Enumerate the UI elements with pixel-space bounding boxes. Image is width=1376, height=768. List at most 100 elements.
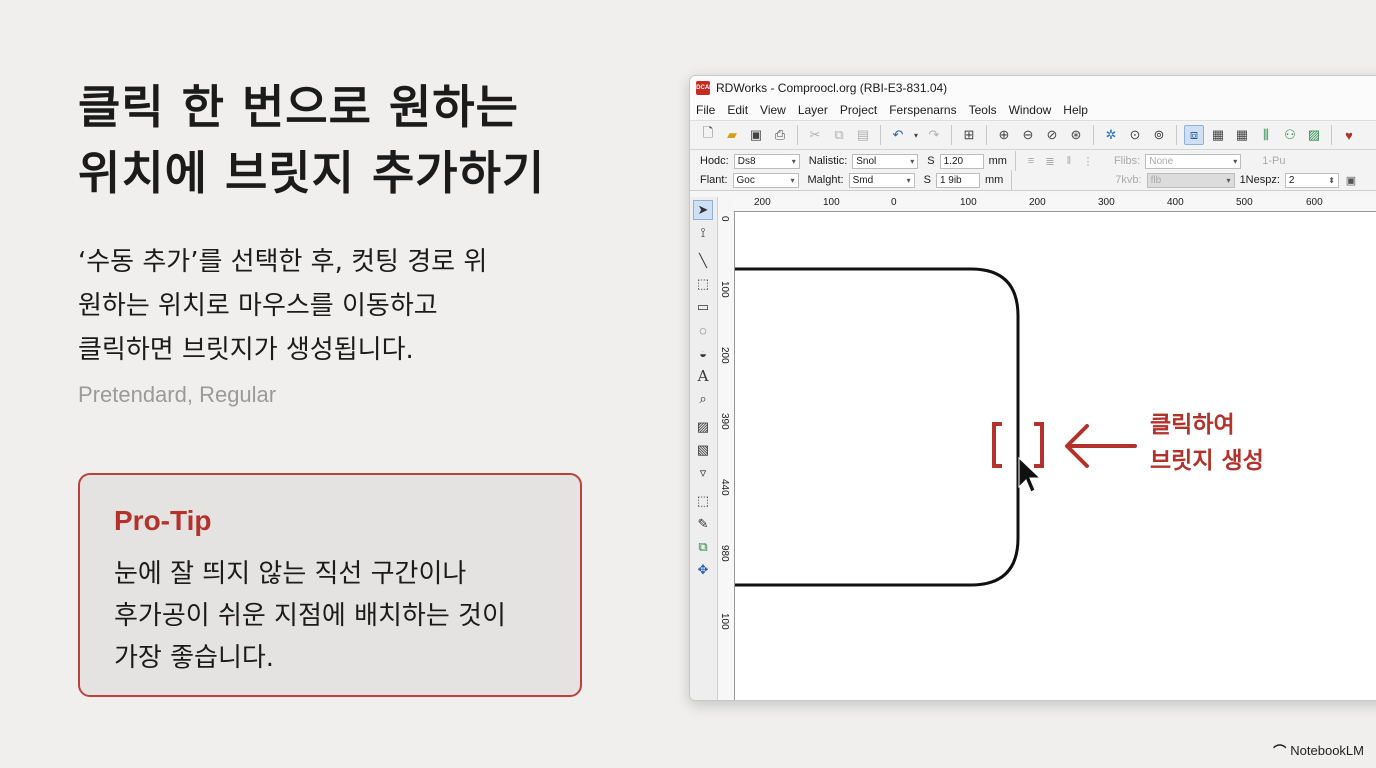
open-folder-icon[interactable]: ▰ xyxy=(722,125,742,145)
tip-line-3: 가장 좋습니다. xyxy=(114,643,275,673)
nalistic-select[interactable]: Snol ▾ xyxy=(852,153,919,169)
font-note: Pretendard, Regular xyxy=(78,382,277,407)
hruler-tick-label: 300 xyxy=(1098,197,1115,208)
image-tool-icon[interactable]: ▨ xyxy=(693,417,713,437)
desc-line-3: 클릭하면 브릿지가 생성됩니다. xyxy=(78,335,414,365)
vruler-tick-label: 440 xyxy=(719,479,730,496)
menu-ferspenarns[interactable]: Ferspenarns xyxy=(889,103,956,117)
image-icon[interactable]: ▨ xyxy=(1304,125,1324,145)
zoom-in-icon[interactable]: ⊕ xyxy=(994,125,1014,145)
menu-help[interactable]: Help xyxy=(1063,103,1088,117)
align-icon[interactable]: ⫼ xyxy=(1256,125,1276,145)
align-center-icon[interactable]: ≣ xyxy=(1043,154,1057,168)
select-arrow-icon[interactable]: ➤ xyxy=(693,200,713,220)
hruler-tick-label: 0 xyxy=(891,197,897,208)
chevron-down-icon: ▾ xyxy=(906,175,911,185)
transform-tool-icon[interactable]: ✥ xyxy=(693,560,713,580)
group-icon[interactable]: ⚇ xyxy=(1280,125,1300,145)
menu-file[interactable]: File xyxy=(696,103,715,117)
property-separator xyxy=(1011,170,1013,190)
tip-line-1: 눈에 잘 띄지 않는 직선 구간이나 xyxy=(114,559,467,589)
window-title: RDWorks - Comproocl.org (RBI-E3-831.04) xyxy=(716,81,948,95)
redo-icon[interactable]: ↷ xyxy=(924,125,944,145)
array-grid-icon[interactable]: ▦ xyxy=(1208,125,1228,145)
marquee-tool-icon[interactable]: ⬚ xyxy=(693,491,713,511)
main-toolbar: 🗋 ▰ ▣ ⎙ ✂ ⧉ ▤ ↶ ▾ ↷ ⊞ ⊕ ⊖ ⊘ ⊛ ✲ ⊙ ⊚ ⧈ ▦ … xyxy=(690,121,1376,150)
ellipse-tool-icon[interactable]: ◌ xyxy=(693,320,713,340)
pro-tip-box: Pro-Tip 눈에 잘 띄지 않는 직선 구간이나 후가공이 쉬운 지점에 배… xyxy=(78,473,582,697)
chevron-down-icon: ▾ xyxy=(910,156,915,166)
s2-input[interactable]: 1 9ib xyxy=(935,172,980,188)
app-logo-icon: RDCAM xyxy=(692,81,714,95)
hruler-tick-label: 200 xyxy=(1029,197,1046,208)
line-tool-icon[interactable]: ╲ xyxy=(693,251,713,271)
rectangle-tool-icon[interactable]: ▭ xyxy=(693,297,713,317)
align-right-icon[interactable]: ‖ xyxy=(1062,154,1076,168)
menu-window[interactable]: Window xyxy=(1009,103,1052,117)
flibs-select[interactable]: None ▾ xyxy=(1145,153,1242,169)
design-canvas[interactable] xyxy=(735,212,1376,700)
tip-line-2: 후가공이 쉬운 지점에 배치하는 것이 xyxy=(114,601,506,631)
zoom-window-icon[interactable]: ⊘ xyxy=(1042,125,1062,145)
pro-tip-title: Pro-Tip xyxy=(114,505,212,536)
zoom-page-icon[interactable]: ⊛ xyxy=(1066,125,1086,145)
heart-icon[interactable]: ♥ xyxy=(1339,125,1359,145)
layer-settings-icon[interactable]: ▣ xyxy=(1344,173,1358,187)
bridge-bracket-right xyxy=(1034,422,1044,468)
menu-layer[interactable]: Layer xyxy=(798,103,828,117)
frame-tool-icon[interactable]: ⧉ xyxy=(693,537,713,557)
zoom-out-icon[interactable]: ⊖ xyxy=(1018,125,1038,145)
magnify-icon[interactable]: ⊙ xyxy=(1125,125,1145,145)
save-icon[interactable]: ▣ xyxy=(746,125,766,145)
property-row-1: Hodc: Ds8 ▾ Nalistic: Snol ▾ S 1.20 mm ≡ ≣… xyxy=(700,151,1285,171)
undo-icon[interactable]: ↶ xyxy=(888,125,908,145)
vruler-tick-label: 980 xyxy=(719,545,730,562)
format-spacer xyxy=(1020,173,1110,187)
cut-icon[interactable]: ✂ xyxy=(805,125,825,145)
menu-edit[interactable]: Edit xyxy=(727,103,748,117)
desc-line-2: 원하는 위치로 마우스를 이동하고 xyxy=(78,291,438,321)
vruler-tick-label: 390 xyxy=(719,413,730,430)
text-tool-icon[interactable]: A xyxy=(693,366,713,386)
menu-bar: File Edit View Layer Project Ferspenarns… xyxy=(690,100,1376,121)
align-left-icon[interactable]: ≡ xyxy=(1024,154,1038,168)
menu-project[interactable]: Project xyxy=(840,103,877,117)
nespz-label: 1Nespz: xyxy=(1239,174,1280,186)
settings-gear-icon[interactable]: ✲ xyxy=(1101,125,1121,145)
malght-select[interactable]: Smd ▾ xyxy=(848,172,915,188)
paste-icon[interactable]: ▤ xyxy=(853,125,873,145)
s1-input[interactable]: 1.20 xyxy=(939,153,984,169)
hruler-tick-label: 200 xyxy=(754,197,771,208)
menu-view[interactable]: View xyxy=(760,103,786,117)
copy-icon[interactable]: ⧉ xyxy=(829,125,849,145)
bitmap-tool-icon[interactable]: ▧ xyxy=(693,440,713,460)
node-edit-tool-icon[interactable]: ⟟ xyxy=(693,223,713,243)
pointer-grid-icon[interactable]: ⊞ xyxy=(959,125,979,145)
menu-tools[interactable]: Teols xyxy=(969,103,997,117)
tkvb-select[interactable]: flb ▾ xyxy=(1146,172,1235,188)
fill-tool-icon[interactable]: ◒ xyxy=(693,343,713,363)
flant-select[interactable]: Goc ▾ xyxy=(732,172,799,188)
nespz-spinner[interactable]: 2 ⬍ xyxy=(1284,172,1339,188)
polyline-tool-icon[interactable]: ⬚ xyxy=(693,274,713,294)
justify-icon[interactable]: ⋮ xyxy=(1081,154,1095,168)
undo-dropdown-icon[interactable]: ▾ xyxy=(912,125,920,145)
chevron-down-icon: ▾ xyxy=(1233,156,1238,166)
toolbar-separator xyxy=(1176,125,1177,145)
new-file-icon[interactable]: 🗋 xyxy=(698,125,718,145)
search-tool-icon[interactable]: ⌕ xyxy=(693,389,713,409)
node-edit-icon[interactable]: ⧈ xyxy=(1184,125,1204,145)
pen-tool-icon[interactable]: ✎ xyxy=(693,514,713,534)
hruler-tick-label: 400 xyxy=(1167,197,1184,208)
horizontal-ruler: 200 100 0 100 200 300 400 500 600 xyxy=(734,197,1376,212)
magnify-selection-icon[interactable]: ⊚ xyxy=(1149,125,1169,145)
hodc-select[interactable]: Ds8 ▾ xyxy=(733,153,800,169)
brand-text: NotebookLM xyxy=(1290,743,1364,758)
cut-path-shape xyxy=(735,267,1020,587)
toolbar-separator xyxy=(1093,125,1094,145)
table-icon[interactable]: ▦ xyxy=(1232,125,1252,145)
print-icon[interactable]: ⎙ xyxy=(770,125,790,145)
property-separator xyxy=(1014,151,1016,171)
mouse-cursor-icon xyxy=(1018,456,1042,493)
funnel-tool-icon[interactable]: ▿ xyxy=(693,463,713,483)
